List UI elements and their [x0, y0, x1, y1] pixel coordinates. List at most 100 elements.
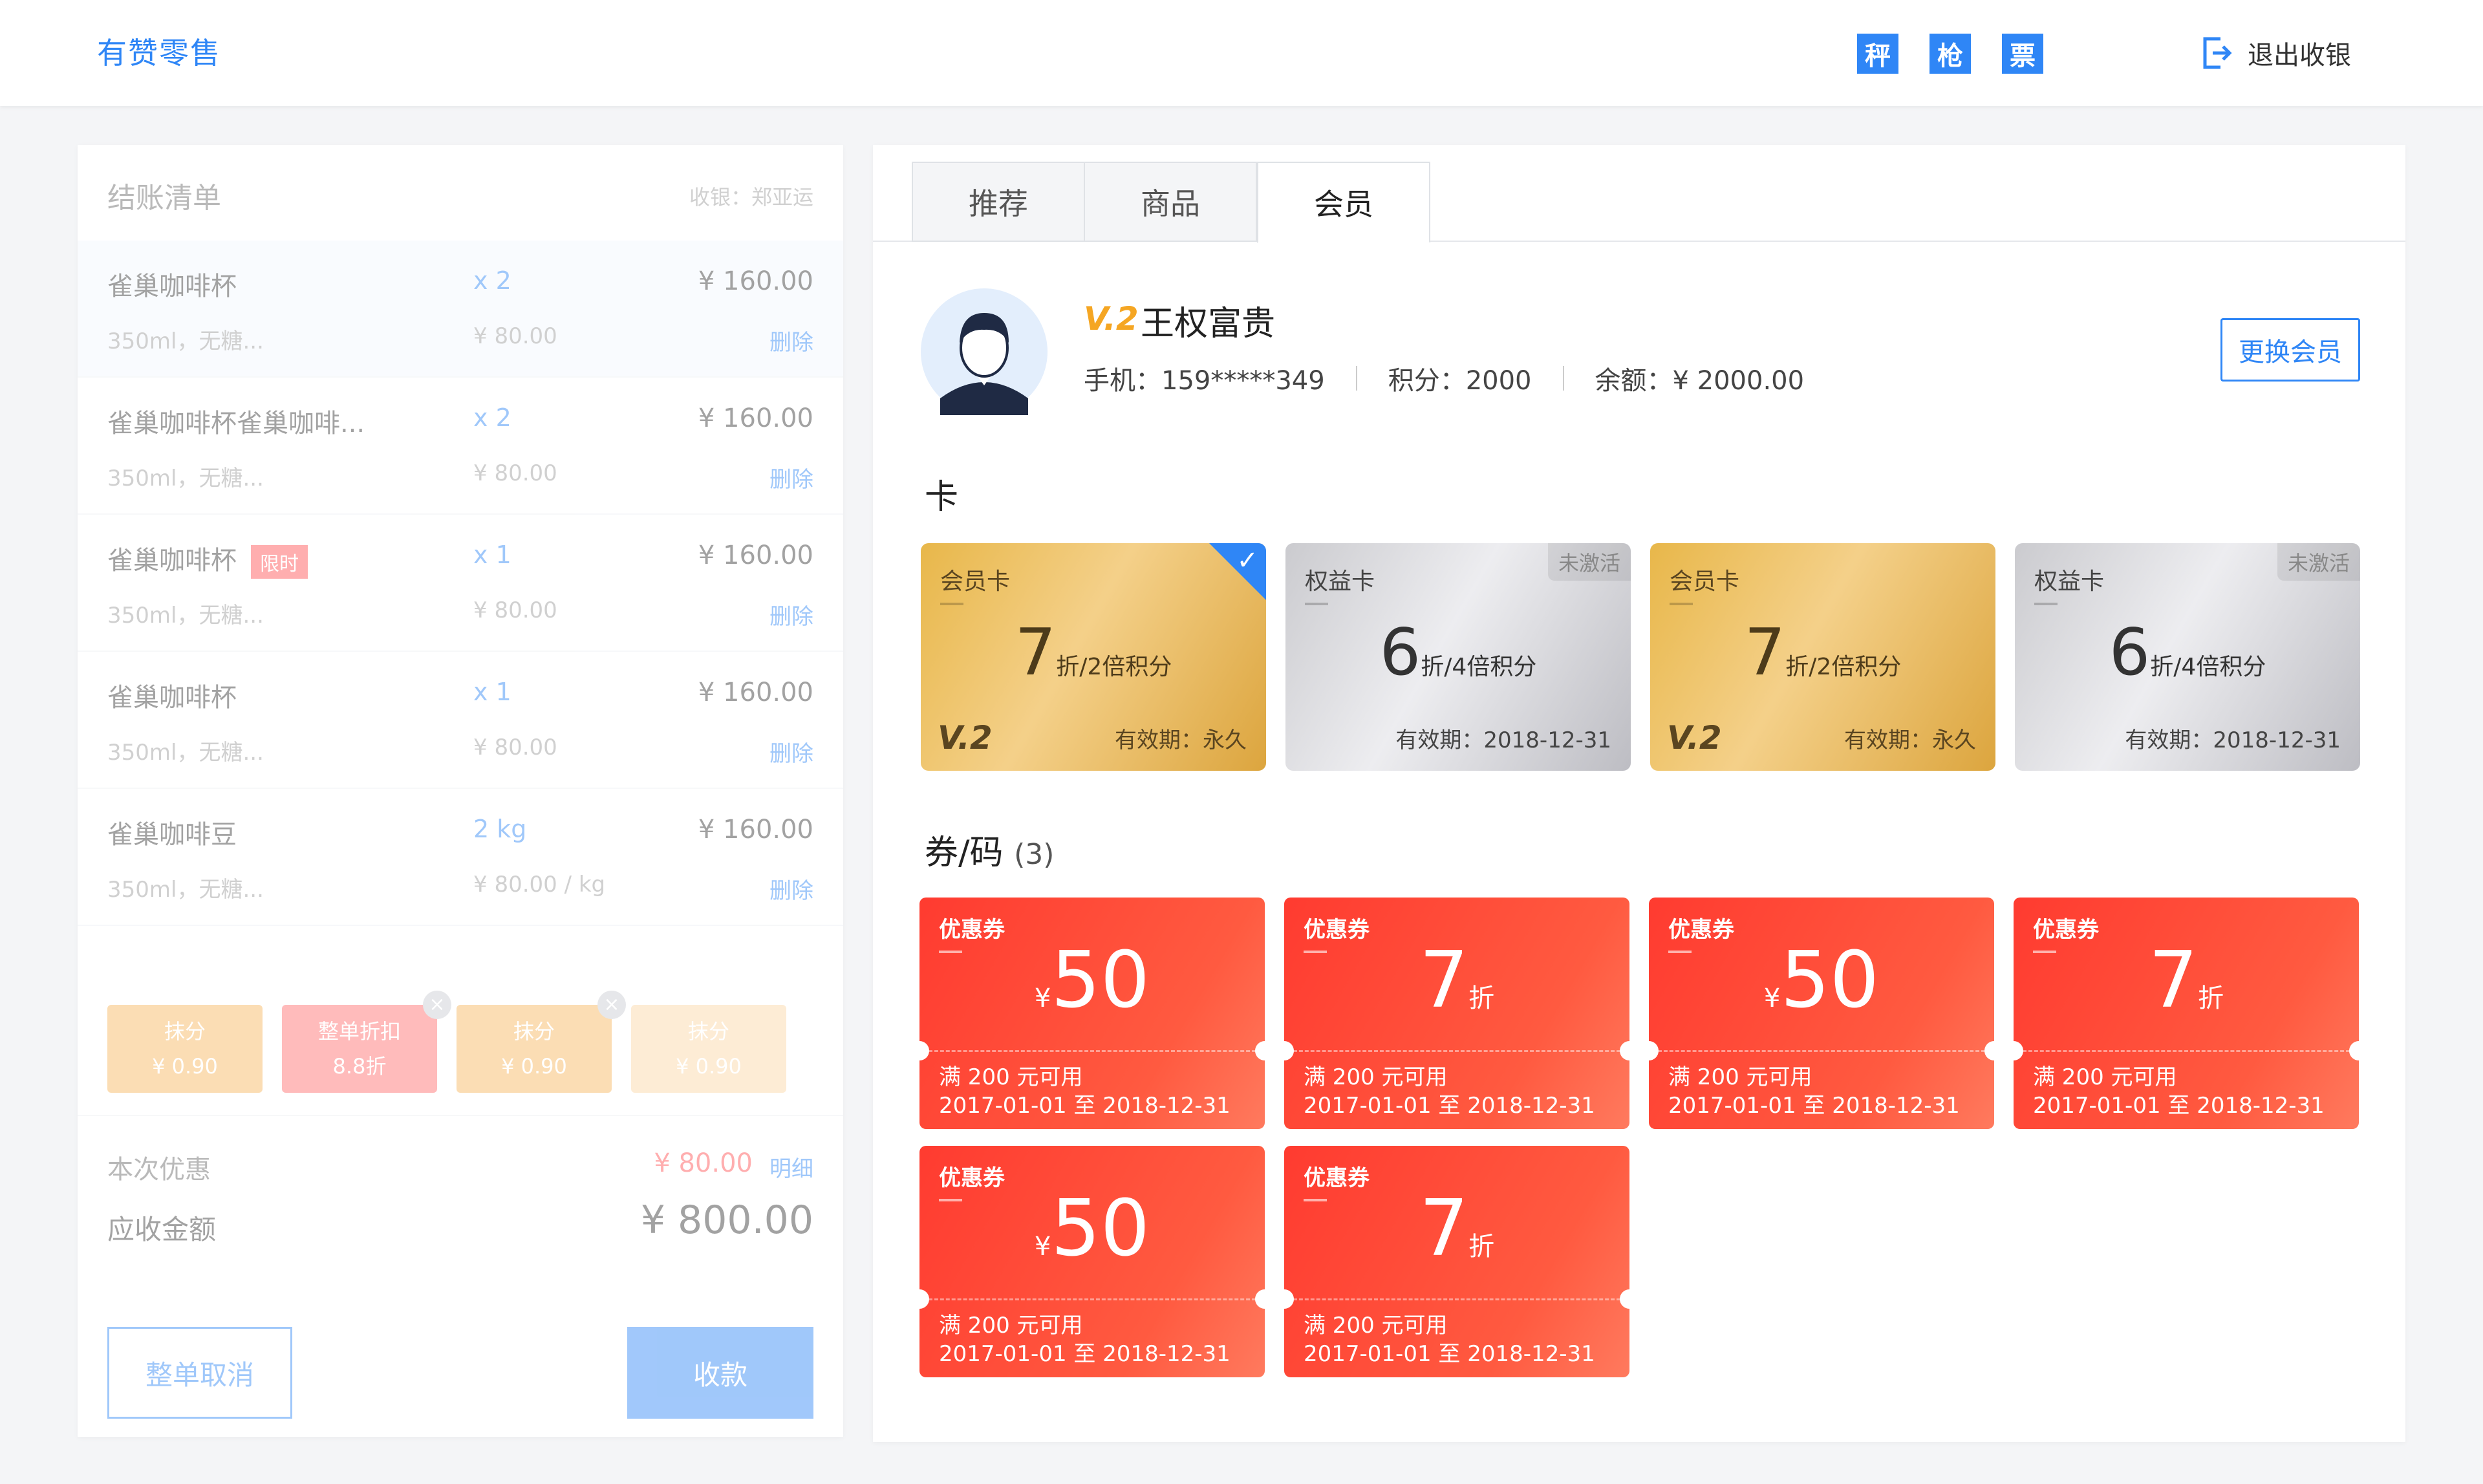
perforation	[1658, 1050, 1985, 1052]
notch	[1274, 1289, 1294, 1309]
discount-value: ¥ 80.00	[654, 1148, 753, 1178]
chip-title: 抹分	[164, 1019, 206, 1044]
member-points: 积分：2000	[1388, 366, 1532, 396]
card-benefit: 7折/2倍积分	[921, 614, 1266, 690]
inactive-badge: 未激活	[1547, 543, 1631, 581]
scale-button[interactable]: 秤	[1857, 34, 1898, 74]
product-spec: 350ml，无糖...	[107, 328, 264, 354]
cancel-order-button[interactable]: 整单取消	[107, 1327, 292, 1419]
coupon-value: 7折	[1284, 939, 1629, 1023]
card-title: 会员卡	[940, 568, 1011, 595]
brand-logo[interactable]: 有赞零售	[97, 30, 221, 72]
coupon-condition: 满 200 元可用	[939, 1313, 1083, 1339]
product-price: ¥ 160.00	[698, 815, 813, 844]
delete-link[interactable]: 删除	[769, 873, 813, 905]
remove-icon[interactable]: ×	[597, 991, 626, 1019]
card-expiry: 有效期：2018-12-31	[2125, 727, 2341, 753]
list-item[interactable]: 雀巢咖啡杯雀巢咖啡... x 2 ¥ 160.00 350ml，无糖... ¥ …	[78, 378, 843, 515]
chip-value: ¥ 0.90	[676, 1054, 742, 1079]
coupon-amount: 50	[1780, 936, 1880, 1026]
notch	[2349, 1041, 2369, 1060]
card-expiry: 有效期：2018-12-31	[1395, 727, 1611, 753]
card-title: 权益卡	[2034, 568, 2105, 595]
delete-link[interactable]: 删除	[769, 599, 813, 630]
divider	[1355, 366, 1357, 391]
notch	[1639, 1041, 1659, 1060]
top-bar: 有赞零售 秤 枪 票 退出收银	[0, 0, 2483, 106]
list-item[interactable]: 雀巢咖啡杯 x 1 ¥ 160.00 350ml，无糖... ¥ 80.00 删…	[78, 652, 843, 789]
benefit-card[interactable]: 权益卡 6折/4倍积分 有效期：2018-12-31 未激活	[2015, 543, 2360, 771]
product-name-text: 雀巢咖啡杯	[107, 546, 237, 575]
coupon-card[interactable]: 优惠券 7折 满 200 元可用 2017-01-01 至 2018-12-31	[1274, 1146, 1639, 1377]
exit-register-button[interactable]: 退出收银	[2201, 32, 2351, 74]
coupon-suffix: 折	[1468, 984, 1495, 1013]
card-discount: 7	[1015, 614, 1057, 690]
coupon-card[interactable]: 优惠券 ¥50 满 200 元可用 2017-01-01 至 2018-12-3…	[910, 1146, 1274, 1377]
product-price: ¥ 160.00	[698, 541, 813, 570]
discount-label: 本次优惠	[107, 1155, 211, 1185]
coupon-card[interactable]: 优惠券 ¥50 满 200 元可用 2017-01-01 至 2018-12-3…	[1639, 898, 2004, 1129]
list-item[interactable]: 雀巢咖啡杯 限时 x 1 ¥ 160.00 350ml，无糖... ¥ 80.00…	[78, 515, 843, 652]
product-qty: x 2	[473, 266, 511, 295]
member-phone: 手机：159*****349	[1084, 366, 1325, 396]
card-discount-unit: 折/2倍积分	[1056, 654, 1172, 680]
tab-recommend[interactable]: 推荐	[912, 162, 1085, 242]
tab-products[interactable]: 商品	[1084, 162, 1257, 242]
coupon-amount: 7	[1419, 1184, 1469, 1274]
card-benefit: 7折/2倍积分	[1650, 614, 1995, 690]
coupon-amount: 7	[1419, 936, 1469, 1026]
discount-chip[interactable]: 抹分 ¥ 0.90 ×	[457, 991, 626, 1093]
product-spec: 350ml，无糖...	[107, 603, 264, 629]
product-spec: 350ml，无糖...	[107, 740, 264, 766]
member-card[interactable]: 会员卡 7折/2倍积分 V.2 有效期：永久	[1650, 543, 1995, 771]
collect-payment-button[interactable]: 收款	[627, 1327, 813, 1419]
coupon-card[interactable]: 优惠券 7折 满 200 元可用 2017-01-01 至 2018-12-31	[2004, 898, 2369, 1129]
member-card[interactable]: 会员卡 7折/2倍积分 V.2 有效期：永久 ✓	[921, 543, 1266, 771]
receipt-button[interactable]: 票	[2002, 34, 2043, 74]
chip-title: 抹分	[687, 1019, 729, 1044]
card-discount: 6	[2109, 614, 2151, 690]
notch	[1620, 1289, 1639, 1309]
divider	[1562, 366, 1564, 391]
product-qty: x 1	[473, 541, 511, 569]
card-title: 权益卡	[1305, 568, 1375, 595]
list-item[interactable]: 雀巢咖啡杯 x 2 ¥ 160.00 350ml，无糖... ¥ 80.00 删…	[78, 241, 843, 378]
coupon-card[interactable]: 优惠券 ¥50 满 200 元可用 2017-01-01 至 2018-12-3…	[910, 898, 1274, 1129]
discount-chip[interactable]: 抹分 ¥ 0.90	[631, 1005, 786, 1093]
card-discount-unit: 折/4倍积分	[2150, 654, 2266, 680]
delete-link[interactable]: 删除	[769, 462, 813, 493]
coupon-validity: 2017-01-01 至 2018-12-31	[939, 1341, 1231, 1367]
check-icon: ✓	[1236, 546, 1258, 575]
card-level: V.2	[938, 719, 993, 757]
scanner-button[interactable]: 枪	[1929, 34, 1971, 74]
coupon-value: 7折	[2014, 939, 2359, 1023]
detail-link[interactable]: 明细	[769, 1151, 813, 1183]
benefit-card[interactable]: 权益卡 6折/4倍积分 有效期：2018-12-31 未激活	[1285, 543, 1631, 771]
product-name: 雀巢咖啡杯	[107, 272, 237, 301]
coupon-suffix: 折	[1468, 1232, 1495, 1262]
notch	[1255, 1289, 1274, 1309]
coupon-amount: 50	[1051, 936, 1150, 1026]
card-expiry: 有效期：永久	[1844, 727, 1976, 753]
currency-symbol: ¥	[1763, 984, 1781, 1013]
remove-icon[interactable]: ×	[423, 991, 451, 1019]
product-name: 雀巢咖啡杯	[107, 683, 237, 713]
coupon-condition: 满 200 元可用	[1304, 1313, 1448, 1339]
change-member-button[interactable]: 更换会员	[2220, 318, 2360, 382]
card-expiry: 有效期：永久	[1115, 727, 1247, 753]
product-price: ¥ 160.00	[698, 678, 813, 707]
discount-chip[interactable]: 抹分 ¥ 0.90	[107, 1005, 263, 1093]
coupon-card[interactable]: 优惠券 7折 满 200 元可用 2017-01-01 至 2018-12-31	[1274, 898, 1639, 1129]
coupons-title: 券/码	[925, 833, 1004, 872]
list-item[interactable]: 雀巢咖啡豆 2 kg ¥ 160.00 350ml，无糖... ¥ 80.00 …	[78, 789, 843, 926]
delete-link[interactable]: 删除	[769, 736, 813, 768]
amount-due-label: 应收金额	[107, 1214, 217, 1245]
perforation	[1293, 1298, 1620, 1300]
logout-icon	[2203, 37, 2232, 69]
discount-chip[interactable]: 整单折扣 8.8折 ×	[282, 991, 451, 1093]
delete-link[interactable]: 删除	[769, 325, 813, 356]
divider	[1670, 603, 1693, 605]
notch	[910, 1289, 929, 1309]
card-title: 会员卡	[1670, 568, 1740, 595]
tab-member[interactable]: 会员	[1257, 162, 1430, 243]
